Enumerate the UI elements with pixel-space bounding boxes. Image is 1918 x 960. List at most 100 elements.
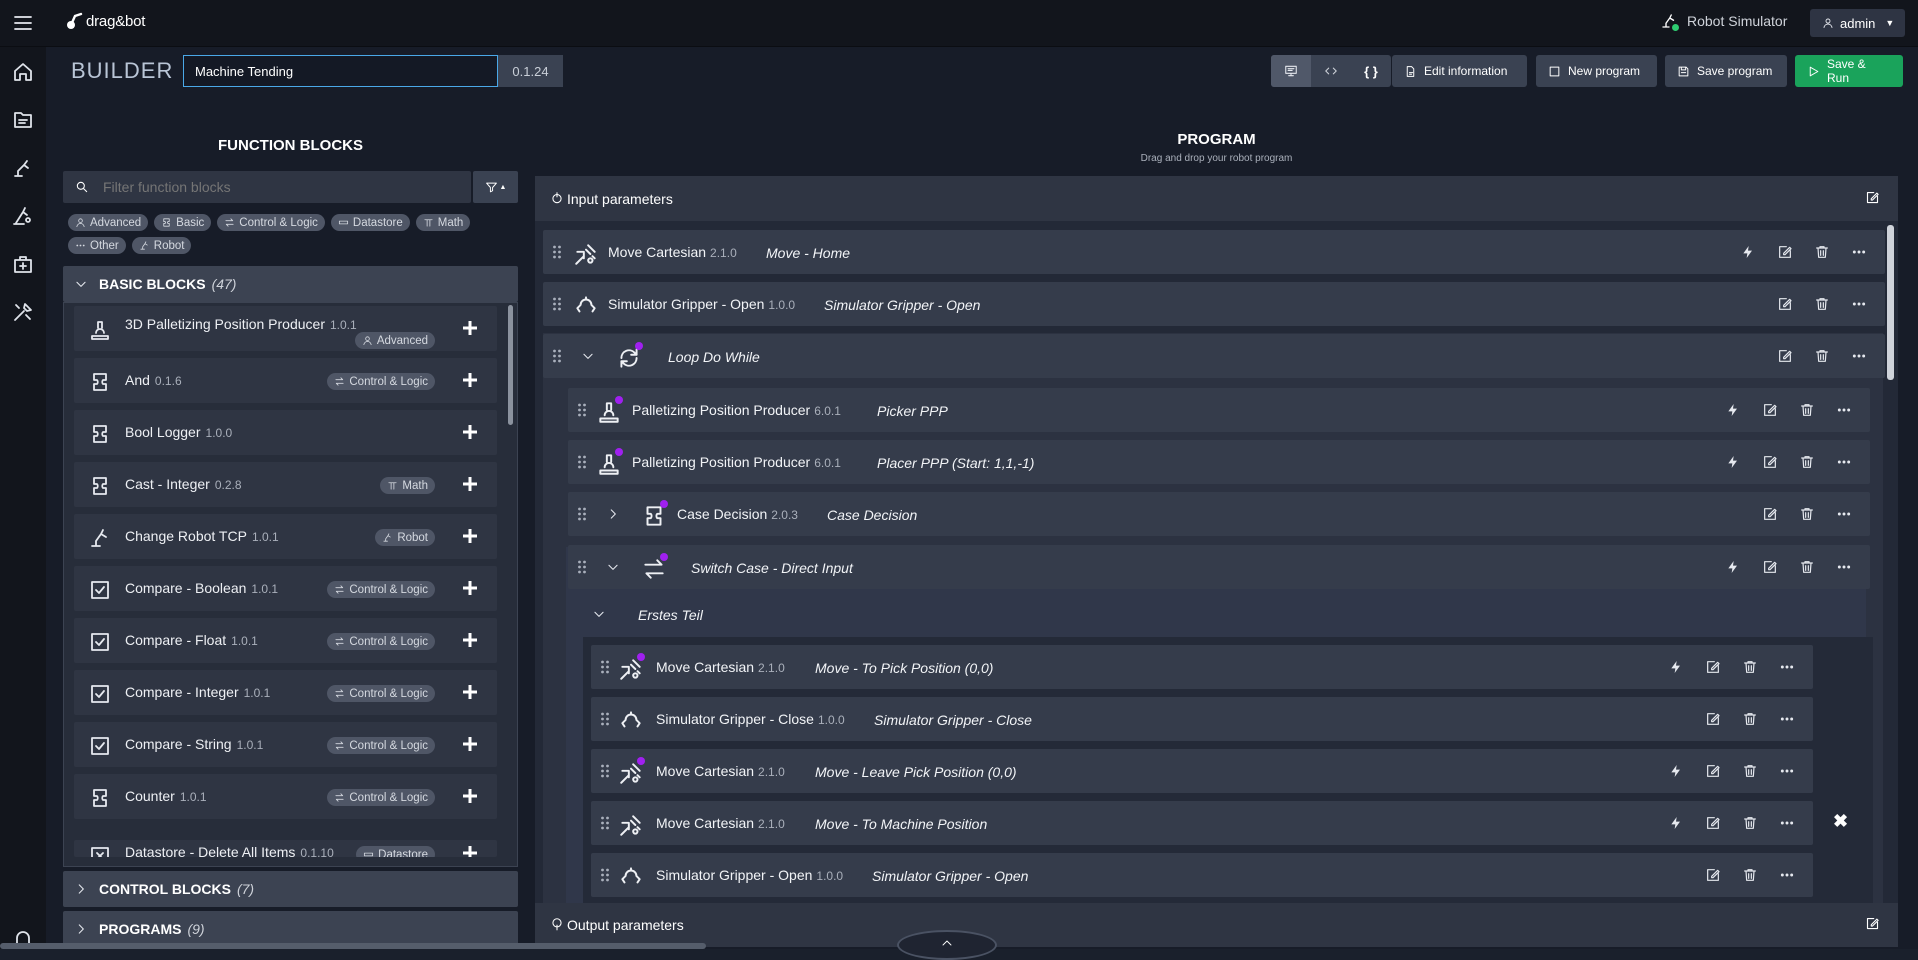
trash-icon[interactable] [1742, 659, 1758, 675]
more-icon[interactable] [1779, 815, 1795, 831]
edit-output-parameters-icon[interactable] [1865, 916, 1880, 931]
add-block-icon[interactable] [461, 631, 479, 649]
more-icon[interactable] [1779, 763, 1795, 779]
drag-handle-icon[interactable] [600, 867, 610, 883]
add-block-icon[interactable] [461, 527, 479, 545]
chevron-down-icon[interactable] [581, 349, 595, 363]
filter-toggle-button[interactable]: ▲ [473, 171, 518, 203]
bolt-icon[interactable] [1725, 402, 1741, 418]
wizard-icon[interactable] [11, 204, 35, 228]
filter-tag[interactable]: Control & Logic [217, 214, 325, 231]
program-block-row[interactable]: Move Cartesian2.1.0Move - Leave Pick Pos… [591, 749, 1813, 793]
trash-icon[interactable] [1799, 454, 1815, 470]
robot-arm-nav-icon[interactable] [11, 156, 35, 180]
category-basic-blocks[interactable]: BASIC BLOCKS(47) [63, 266, 518, 302]
bolt-icon[interactable] [1740, 244, 1756, 260]
edit-icon[interactable] [1777, 348, 1793, 364]
function-block-item[interactable]: Change Robot TCP1.0.1Robot [74, 514, 497, 559]
drag-handle-icon[interactable] [600, 763, 610, 779]
trash-icon[interactable] [1742, 815, 1758, 831]
more-icon[interactable] [1836, 559, 1852, 575]
bolt-icon[interactable] [1668, 659, 1684, 675]
collapse-panel-button[interactable] [897, 930, 997, 960]
program-block-row[interactable]: Simulator Gripper - Close1.0.0Simulator … [591, 697, 1813, 741]
trash-icon[interactable] [1742, 763, 1758, 779]
add-block-icon[interactable] [461, 844, 479, 857]
more-icon[interactable] [1851, 348, 1867, 364]
function-block-item[interactable]: 3D Palletizing Position Producer1.0.1Adv… [74, 306, 497, 351]
add-block-icon[interactable] [461, 423, 479, 441]
more-icon[interactable] [1836, 402, 1852, 418]
program-block-row[interactable]: Loop Do While [543, 334, 1885, 378]
drag-handle-icon[interactable] [577, 559, 587, 575]
save-program-button[interactable]: Save program [1665, 55, 1787, 87]
program-block-row[interactable]: Case Decision2.0.3Case Decision [568, 492, 1870, 536]
filter-input[interactable] [103, 171, 463, 203]
edit-icon[interactable] [1777, 244, 1793, 260]
input-parameters-bar[interactable]: Input parameters [535, 176, 1898, 221]
horizontal-scrollbar[interactable] [0, 943, 706, 949]
more-icon[interactable] [1851, 244, 1867, 260]
edit-icon[interactable] [1705, 659, 1721, 675]
more-icon[interactable] [1779, 867, 1795, 883]
edit-information-button[interactable]: Edit information [1392, 55, 1527, 87]
program-block-row[interactable]: Simulator Gripper - Open1.0.0Simulator G… [591, 853, 1813, 897]
function-block-item[interactable]: Datastore - Delete All Items0.1.10Datast… [74, 840, 497, 857]
remove-case-icon[interactable]: ✖ [1833, 811, 1848, 832]
new-program-button[interactable]: New program [1536, 55, 1657, 87]
category-programs[interactable]: PROGRAMS(9) [63, 911, 518, 947]
function-block-item[interactable]: Compare - Float1.0.1Control & Logic [74, 618, 497, 663]
edit-icon[interactable] [1705, 867, 1721, 883]
edit-icon[interactable] [1762, 559, 1778, 575]
function-block-item[interactable]: Compare - Integer1.0.1Control & Logic [74, 670, 497, 715]
drag-handle-icon[interactable] [600, 711, 610, 727]
block-list-scrollbar[interactable] [508, 305, 513, 425]
edit-icon[interactable] [1705, 815, 1721, 831]
output-parameters-bar[interactable]: Output parameters [535, 903, 1898, 947]
edit-icon[interactable] [1777, 296, 1793, 312]
user-menu-button[interactable]: admin ▼ [1810, 9, 1905, 37]
more-icon[interactable] [1851, 296, 1867, 312]
json-view-button[interactable]: { } [1351, 55, 1391, 87]
program-block-row[interactable]: Move Cartesian2.1.0Move - To Machine Pos… [591, 801, 1813, 845]
edit-input-parameters-icon[interactable] [1865, 190, 1880, 205]
trash-icon[interactable] [1814, 296, 1830, 312]
program-block-row[interactable]: Switch Case - Direct Input [568, 545, 1870, 589]
visual-view-button[interactable] [1271, 55, 1311, 87]
more-icon[interactable] [1836, 506, 1852, 522]
save-and-run-button[interactable]: Save & Run [1795, 55, 1903, 87]
add-block-icon[interactable] [461, 683, 479, 701]
function-block-item[interactable]: Compare - Boolean1.0.1Control & Logic [74, 566, 497, 611]
drag-handle-icon[interactable] [552, 296, 562, 312]
bolt-icon[interactable] [1725, 559, 1741, 575]
function-block-item[interactable]: Counter1.0.1Control & Logic [74, 774, 497, 819]
drag-handle-icon[interactable] [600, 659, 610, 675]
add-block-icon[interactable] [461, 735, 479, 753]
filter-tag[interactable]: Datastore [331, 214, 410, 231]
add-block-icon[interactable] [461, 787, 479, 805]
program-scrollbar[interactable] [1887, 225, 1894, 380]
code-view-button[interactable] [1311, 55, 1351, 87]
menu-icon[interactable] [12, 13, 34, 33]
add-block-icon[interactable] [461, 371, 479, 389]
filter-tag[interactable]: Advanced [68, 214, 148, 231]
function-block-item[interactable]: Bool Logger1.0.0 [74, 410, 497, 455]
chevron-down-icon[interactable] [606, 560, 620, 574]
trash-icon[interactable] [1742, 867, 1758, 883]
drag-handle-icon[interactable] [577, 506, 587, 522]
edit-icon[interactable] [1705, 711, 1721, 727]
function-block-item[interactable]: And0.1.6Control & Logic [74, 358, 497, 403]
bolt-icon[interactable] [1668, 763, 1684, 779]
category-control-blocks[interactable]: CONTROL BLOCKS(7) [63, 871, 518, 907]
program-block-row[interactable]: Palletizing Position Producer6.0.1Placer… [568, 440, 1870, 484]
program-name-input[interactable] [183, 55, 498, 87]
drag-handle-icon[interactable] [552, 348, 562, 364]
program-block-row[interactable]: Move Cartesian2.1.0Move - To Pick Positi… [591, 645, 1813, 689]
trash-icon[interactable] [1814, 244, 1830, 260]
more-icon[interactable] [1836, 454, 1852, 470]
more-icon[interactable] [1779, 659, 1795, 675]
bolt-icon[interactable] [1725, 454, 1741, 470]
robot-selector[interactable]: Robot Simulator [1660, 12, 1787, 30]
drag-handle-icon[interactable] [577, 402, 587, 418]
filter-tag[interactable]: Other [68, 237, 126, 254]
